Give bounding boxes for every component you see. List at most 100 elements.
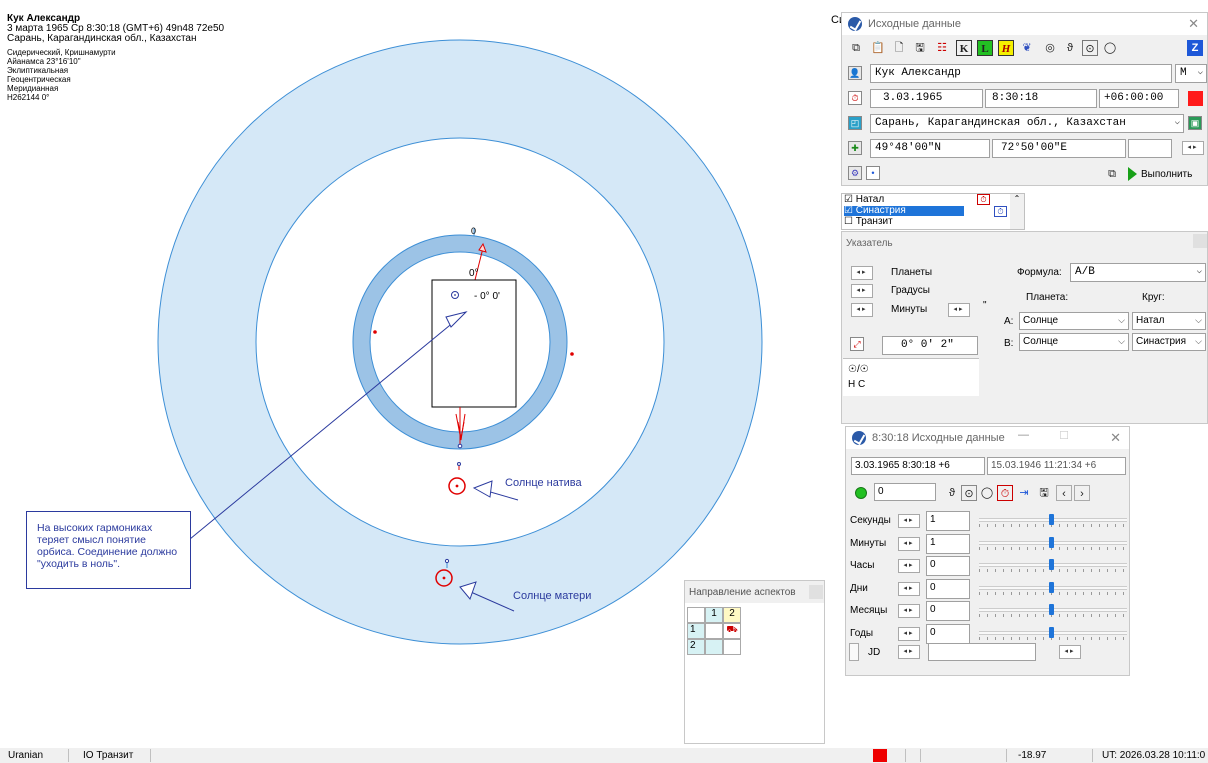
option-icon[interactable]: •: [866, 166, 880, 180]
minimize-icon[interactable]: —: [1018, 429, 1029, 441]
run-indicator[interactable]: [855, 487, 867, 499]
save-icon[interactable]: 🖫: [1036, 485, 1052, 501]
transit-row-spin[interactable]: ◂▸: [898, 604, 920, 618]
copy-result-icon[interactable]: ⧉: [1104, 166, 1120, 182]
paste-icon[interactable]: 📋: [870, 40, 886, 56]
execute-button[interactable]: Выполнить: [1128, 164, 1192, 184]
sun-icon[interactable]: ⊙: [1082, 40, 1098, 56]
input-window-titlebar[interactable]: Исходные данные ✕: [842, 13, 1207, 35]
name-field[interactable]: Кук Александр: [870, 64, 1172, 83]
jd-spin[interactable]: ◂▸: [898, 645, 920, 659]
h-icon[interactable]: H: [998, 40, 1014, 56]
circle-icon[interactable]: ◯: [1102, 40, 1118, 56]
maximize-icon[interactable]: ☐: [1059, 429, 1069, 442]
clock-icon[interactable]: ⏱: [848, 91, 862, 105]
export-icon[interactable]: ⇥: [1016, 485, 1032, 501]
gender-select[interactable]: М ⌵: [1175, 64, 1207, 83]
calculate-icon[interactable]: ⤢: [850, 337, 864, 351]
list-item-synastry[interactable]: ☑ Синастрия: [844, 206, 964, 216]
transit-row-field[interactable]: 1: [926, 533, 970, 554]
formula-label: Формула:: [1017, 267, 1062, 278]
save-icon[interactable]: 🖫: [912, 40, 928, 56]
slider-thumb[interactable]: [1049, 604, 1054, 615]
date1-field[interactable]: 3.03.1965 8:30:18 +6: [851, 457, 985, 475]
timezone-field[interactable]: +06:00:00: [1099, 89, 1179, 108]
pointer-value-field[interactable]: 0° 0' 2": [882, 336, 978, 355]
place-field[interactable]: Сарань, Карагандинская обл., Казахстан ⌵: [870, 114, 1184, 133]
slider-thumb[interactable]: [1049, 559, 1054, 570]
degrees-spin[interactable]: ◂▸: [851, 284, 873, 298]
transit-row-spin[interactable]: ◂▸: [898, 581, 920, 596]
copy-icon[interactable]: ⧉: [848, 40, 864, 56]
next-icon[interactable]: ›: [1074, 485, 1090, 501]
slider-thumb[interactable]: [1049, 581, 1054, 593]
list-scrollbar[interactable]: ⌃: [1010, 194, 1024, 229]
saturn-icon[interactable]: ϑ: [1062, 40, 1078, 56]
map-icon[interactable]: ◰: [848, 116, 862, 130]
circle-b-select[interactable]: Синастрия ⌵: [1132, 333, 1206, 351]
transit-row-spin[interactable]: ◂▸: [898, 514, 920, 528]
gear-icon[interactable]: ⚙: [848, 166, 862, 180]
transit-row-field[interactable]: 0: [926, 578, 970, 599]
minutes-spin[interactable]: ◂▸: [851, 303, 873, 317]
prev-icon[interactable]: ‹: [1056, 485, 1072, 501]
new-file-icon[interactable]: 🗋: [891, 40, 907, 56]
transit-row-field[interactable]: 0: [926, 556, 970, 576]
transit-row-spin[interactable]: ◂▸: [898, 559, 920, 573]
person-icon[interactable]: 👤: [848, 66, 862, 80]
transit-row-slider[interactable]: [979, 536, 1127, 550]
k-icon[interactable]: K: [956, 40, 972, 56]
list-icon[interactable]: ☷: [934, 40, 950, 56]
step-field[interactable]: 0: [874, 483, 936, 501]
slider-thumb[interactable]: [1049, 626, 1054, 638]
transit-row-slider[interactable]: [979, 513, 1127, 527]
jd-field[interactable]: [928, 643, 1036, 661]
atlas-icon[interactable]: ▣: [1188, 116, 1202, 130]
pointer-result-list[interactable]: ☉/☉ Н С: [843, 358, 979, 396]
slider-thumb[interactable]: [1049, 514, 1054, 525]
extra-field[interactable]: [1128, 139, 1172, 158]
seconds-spin[interactable]: ◂▸: [948, 303, 970, 317]
circle-icon[interactable]: ◯: [979, 485, 995, 501]
spin-buttons[interactable]: ◂▸: [1182, 141, 1204, 155]
transit-row-slider[interactable]: [979, 558, 1127, 572]
jd-toggle[interactable]: [849, 643, 859, 661]
saturn-icon[interactable]: ϑ: [944, 485, 960, 501]
clock-icon[interactable]: ⏱: [997, 485, 1013, 501]
pointer-close-button[interactable]: [1193, 234, 1207, 248]
coordinates-icon[interactable]: ✚: [848, 141, 862, 155]
close-icon[interactable]: ✕: [1188, 16, 1199, 32]
moon-icon[interactable]: ◎: [1042, 40, 1058, 56]
heart-icon[interactable]: ❦: [1019, 40, 1035, 56]
longitude-field[interactable]: 72°50'00"E: [992, 139, 1126, 158]
transit-row-spin[interactable]: ◂▸: [898, 626, 920, 641]
l-icon[interactable]: L: [977, 40, 993, 56]
transit-row-field[interactable]: 0: [926, 601, 970, 621]
transit-row-slider[interactable]: [979, 626, 1127, 640]
transit-row-slider[interactable]: [979, 581, 1127, 595]
planet-a-select[interactable]: Солнце ⌵: [1019, 312, 1129, 330]
latitude-field[interactable]: 49°48'00"N: [870, 139, 990, 158]
list-item-transit[interactable]: ☐ Транзит: [844, 217, 1014, 227]
date2-field[interactable]: 15.03.1946 11:21:34 +6: [987, 457, 1126, 475]
jd-spin-right[interactable]: ◂▸: [1059, 645, 1081, 659]
aspects-close-button[interactable]: [809, 585, 823, 599]
circle-a-select[interactable]: Натал ⌵: [1132, 312, 1206, 330]
transit-row-field[interactable]: 1: [926, 511, 970, 531]
planets-spin[interactable]: ◂▸: [851, 266, 873, 280]
transit-row-spin[interactable]: ◂▸: [898, 536, 920, 551]
time-field[interactable]: 8:30:18: [985, 89, 1097, 108]
date-field[interactable]: 3.03.1965: [870, 89, 983, 108]
color-swatch[interactable]: [1188, 91, 1203, 106]
slider-thumb[interactable]: [1049, 536, 1054, 548]
aspect-cell-icon[interactable]: ⛟: [723, 623, 741, 639]
transit-titlebar[interactable]: 8:30:18 Исходные данные — ☐ ✕: [846, 427, 1129, 449]
z-icon[interactable]: Z: [1187, 40, 1203, 56]
formula-select[interactable]: A/B ⌵: [1070, 263, 1206, 282]
sun-icon[interactable]: ⊙: [961, 485, 977, 501]
transit-row-slider[interactable]: [979, 603, 1127, 617]
planet-b-select[interactable]: Солнце ⌵: [1019, 333, 1129, 351]
transit-row-field[interactable]: 0: [926, 623, 970, 644]
aspects-title-bar[interactable]: Направление аспектов: [685, 581, 824, 603]
close-icon[interactable]: ✕: [1110, 430, 1121, 446]
